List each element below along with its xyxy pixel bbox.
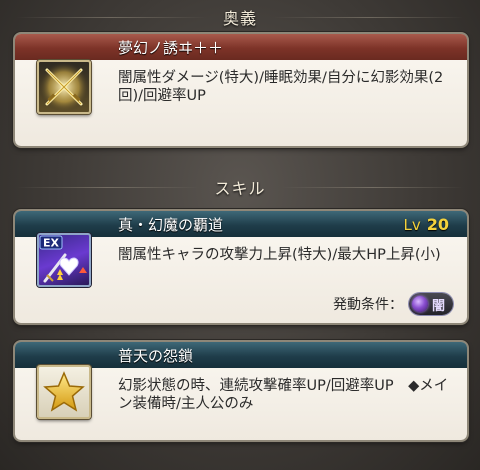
ougi-description: 闇属性ダメージ(特大)/睡眠効果/自分に幻影効果(2回)/回避率UP (118, 70, 444, 104)
skill-header-label: スキル (214, 179, 266, 198)
ex-badge: EX (43, 237, 60, 250)
ougi-name: 夢幻ノ誘ヰ＋＋ (118, 38, 224, 57)
ougi-section-header: 奥義 (0, 4, 480, 30)
ex-skill-sword-heart-icon: EX (37, 233, 91, 287)
skill-1-description: 闇属性キャラの攻撃力上昇(特大)/最大HP上昇(小) (118, 247, 441, 263)
dark-element-icon (411, 296, 428, 312)
level-label: Lv (403, 216, 421, 234)
condition-label: 発動条件： (332, 297, 403, 313)
ougi-header-label: 奥義 (223, 9, 258, 28)
skill-1-level: Lv 20 (404, 215, 450, 235)
ougi-card[interactable]: 夢幻ノ誘ヰ＋＋ 闇属性ダメージ(特大)/睡眠効果/自分に幻影効果(2回)/回避率… (15, 34, 467, 146)
dark-element-badge: 闇 (408, 293, 453, 315)
skill-section-header: スキル (0, 174, 480, 200)
level-value: 20 (426, 215, 449, 234)
ougi-title-bar: 夢幻ノ誘ヰ＋＋ (15, 34, 467, 60)
skill-1-name: 真・幻魔の覇道 (118, 215, 224, 234)
skill-2-name: 普天の怨鎖 (118, 346, 194, 365)
dark-element-label: 闇 (431, 298, 445, 314)
activation-condition: 発動条件： 闇 (333, 293, 453, 315)
crossed-swords-icon (37, 60, 91, 114)
skill-card-1[interactable]: 真・幻魔の覇道 Lv 20 EX 闇属性キャラの攻撃力上昇(特大)/最大HP上昇… (15, 211, 467, 323)
skill-card-2[interactable]: 普天の怨鎖 幻影状態の時、連続攻撃確率UP/回避率UP ◆メイン装備時/主人公の… (15, 342, 467, 440)
skill-2-description: 幻影状態の時、連続攻撃確率UP/回避率UP ◆メイン装備時/主人公のみ (118, 378, 449, 412)
gold-star-icon (37, 365, 91, 419)
